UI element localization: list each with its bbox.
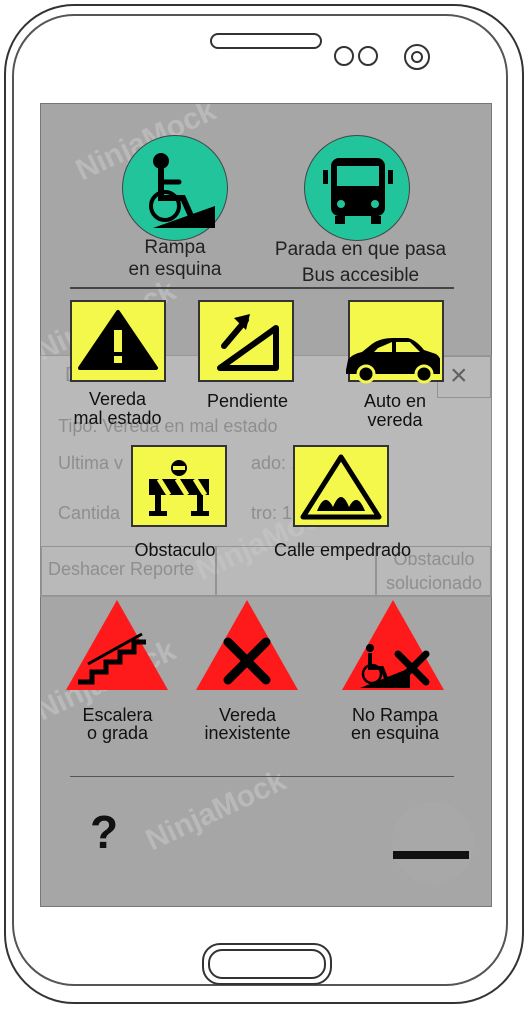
vereda-label-1: Vereda — [88, 389, 147, 409]
pendiente-label: Pendiente — [206, 391, 289, 411]
vereda-inexistente-button[interactable] — [194, 598, 300, 692]
obstaculo-label: Obstaculo — [134, 540, 216, 560]
dialog-ultima: Ultima v — [58, 453, 124, 473]
close-icon: × — [450, 359, 468, 392]
car-icon — [346, 338, 440, 384]
wheelchair-ramp-icon — [149, 153, 215, 228]
auto-en-vereda-button[interactable] — [346, 300, 444, 384]
barrier-icon — [149, 460, 209, 516]
calle-empedrado-button[interactable] — [293, 445, 389, 527]
bus-icon — [323, 158, 393, 224]
rampa-label-2: en esquina — [128, 259, 222, 280]
dialog-cantidad-tail: tro: 1 — [251, 503, 293, 523]
no-rampa-label-1: No Rampa — [351, 705, 439, 725]
sensor-dot — [411, 51, 423, 63]
speaker-grille — [210, 33, 322, 49]
vereda-inex-label-1: Vereda — [218, 705, 277, 725]
divider — [70, 287, 454, 289]
pendiente-button[interactable] — [198, 300, 294, 382]
camera-icon — [358, 46, 378, 66]
watermark: NinjaMock — [140, 763, 291, 858]
vereda-mal-estado-button[interactable] — [70, 300, 166, 382]
x-icon — [196, 600, 298, 690]
stairs-icon — [66, 600, 168, 690]
obstaculo-button[interactable] — [131, 445, 227, 527]
rampa-label-1: Rampa — [144, 237, 206, 258]
bus-label-2: Bus accesible — [301, 265, 420, 286]
slope-icon — [217, 314, 279, 371]
camera-icon — [334, 46, 354, 66]
divider — [70, 776, 454, 777]
vereda-label-2: mal estado — [73, 408, 162, 428]
no-rampa-label-2: en esquina — [350, 723, 440, 743]
bus-button[interactable] — [304, 135, 410, 241]
dialog-cantidad: Cantida — [58, 503, 121, 523]
escalera-label-1: Escalera — [82, 705, 153, 725]
menu-bar-icon[interactable] — [393, 851, 469, 859]
auto-label-1: Auto en — [363, 391, 427, 411]
warning-icon — [78, 310, 158, 370]
floating-action-button[interactable] — [392, 802, 474, 884]
rampa-button[interactable] — [122, 135, 228, 241]
help-button[interactable]: ? — [90, 805, 118, 859]
vereda-inex-label-2: inexistente — [204, 723, 291, 743]
auto-label-2: vereda — [367, 410, 423, 430]
bus-label-1: Parada en que pasa — [274, 239, 447, 260]
bumpy-road-icon — [300, 454, 382, 520]
escalera-button[interactable] — [64, 598, 170, 692]
home-button-inner — [208, 949, 326, 979]
escalera-label-2: o grada — [86, 723, 149, 743]
no-rampa-button[interactable] — [340, 598, 446, 692]
no-ramp-icon — [342, 600, 444, 690]
calle-label: Calle empedrado — [273, 540, 412, 560]
